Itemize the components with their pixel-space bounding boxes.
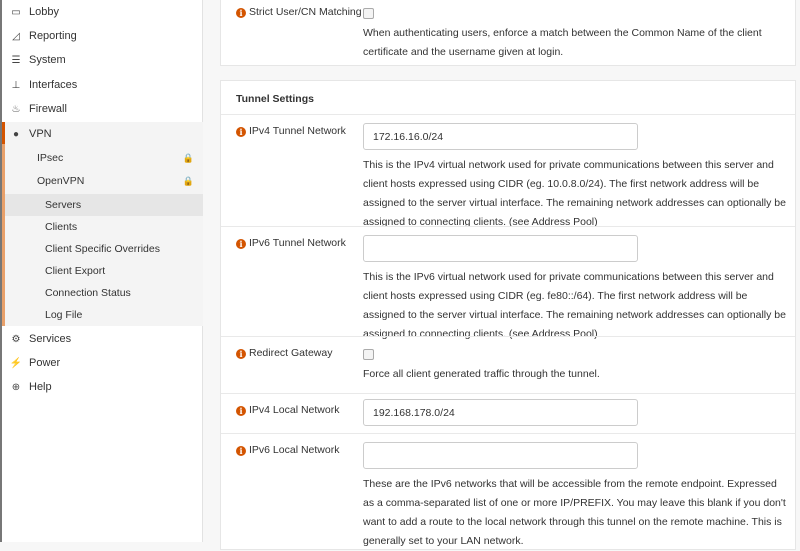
label-text: IPv6 Local Network	[249, 444, 340, 456]
info-icon[interactable]: i	[236, 446, 246, 456]
server-icon: ☰	[11, 54, 21, 66]
nav-power[interactable]: ⚡ Power	[2, 351, 203, 375]
ipv6-tunnel-desc: This is the IPv6 virtual network used fo…	[363, 271, 786, 340]
ipv4-local-label: i IPv4 Local Network	[236, 402, 366, 418]
nav-connection-status[interactable]: Connection Status	[5, 282, 203, 304]
nav-label: Help	[29, 381, 52, 393]
ipv4-tunnel-label: i IPv4 Tunnel Network	[236, 123, 366, 139]
strict-cn-label: i Strict User/CN Matching	[236, 4, 366, 20]
nav-label: Connection Status	[45, 287, 131, 299]
ipv6-tunnel-row: i IPv6 Tunnel Network This is the IPv6 vi…	[221, 226, 795, 340]
strict-cn-desc: When authenticating users, enforce a mat…	[363, 27, 762, 58]
ipv4-tunnel-input[interactable]	[363, 123, 638, 150]
nav-label: Services	[29, 333, 72, 345]
label-text: Strict User/CN Matching	[249, 6, 362, 18]
fire-icon: ♨	[11, 103, 21, 115]
info-icon[interactable]: i	[236, 406, 246, 416]
strict-cn-row: i Strict User/CN Matching When authentica…	[221, 0, 795, 65]
nav-openvpn[interactable]: OpenVPN 🔒	[5, 170, 203, 192]
area-chart-icon: ◿	[12, 30, 20, 42]
nav-label: Interfaces	[29, 79, 78, 91]
plug-icon: ⚡	[9, 357, 23, 369]
ipv4-tunnel-desc: This is the IPv4 virtual network used fo…	[363, 159, 786, 228]
ipv6-local-desc: These are the IPv6 networks that will be…	[363, 478, 786, 547]
lifebuoy-icon: ⊕	[11, 381, 21, 393]
lock-icon: 🔒	[182, 152, 194, 163]
info-icon[interactable]: i	[236, 127, 246, 137]
info-icon[interactable]: i	[236, 8, 246, 18]
redirect-gateway-desc: Force all client generated traffic throu…	[363, 368, 600, 380]
nav-label: Client Specific Overrides	[45, 243, 160, 255]
laptop-icon: ▭	[11, 6, 21, 18]
ipv6-local-row: i IPv6 Local Network These are the IPv6 n…	[221, 433, 795, 551]
nav-lobby[interactable]: ▭ Lobby	[2, 0, 203, 24]
nav-label: IPsec	[37, 152, 64, 164]
nav-reporting[interactable]: ◿ Reporting	[2, 24, 203, 48]
nav-label: Firewall	[29, 103, 67, 115]
ipv6-local-label: i IPv6 Local Network	[236, 442, 366, 458]
ipv4-tunnel-row: iIPv4 Tunnel Network This is the IPv4 vi…	[221, 114, 795, 228]
nav-log-file[interactable]: Log File	[5, 304, 203, 326]
redirect-gateway-row: i Redirect Gateway Force all client gener…	[221, 336, 795, 393]
globe-icon: ●	[12, 128, 20, 140]
section-title: Tunnel Settings	[236, 93, 314, 105]
nav-label: Clients	[45, 221, 78, 233]
nav-vpn[interactable]: ● VPN	[2, 122, 203, 146]
nav-servers[interactable]: Servers	[5, 194, 203, 216]
nav-help[interactable]: ⊕ Help	[2, 375, 203, 399]
tunnel-settings-panel: Tunnel Settings iIPv4 Tunnel Network Thi…	[220, 80, 796, 550]
nav-label: Log File	[45, 309, 83, 321]
ipv4-local-input[interactable]	[363, 399, 638, 426]
info-icon[interactable]: i	[236, 349, 246, 359]
nav-label: System	[29, 54, 66, 66]
sitemap-icon: ⊥	[11, 79, 21, 91]
ipv6-local-input[interactable]	[363, 442, 638, 469]
nav-label: Client Export	[45, 265, 106, 277]
redirect-gateway-checkbox[interactable]	[363, 349, 374, 360]
nav-label: Power	[29, 357, 61, 369]
lock-icon: 🔒	[182, 175, 194, 186]
ipv6-tunnel-input[interactable]	[363, 235, 638, 262]
nav-label: Lobby	[29, 6, 59, 18]
general-panel: i Strict User/CN Matching When authentica…	[220, 0, 796, 66]
nav-services[interactable]: ⚙ Services	[2, 327, 203, 351]
nav-ipsec[interactable]: IPsec 🔒	[5, 147, 203, 169]
nav-firewall[interactable]: ♨ Firewall	[2, 97, 203, 121]
label-text: Redirect Gateway	[249, 347, 333, 359]
sidebar: ▭ Lobby ◿ Reporting ☰ System ⊥ Interfaces ♨ F…	[0, 0, 203, 542]
info-icon[interactable]: i	[236, 239, 246, 249]
label-text: IPv4 Local Network	[249, 404, 340, 416]
nav-label: Reporting	[29, 30, 77, 42]
nav-clients[interactable]: Clients	[5, 216, 203, 238]
nav-client-export[interactable]: Client Export	[5, 260, 203, 282]
nav-interfaces[interactable]: ⊥ Interfaces	[2, 73, 203, 97]
nav-system[interactable]: ☰ System	[2, 48, 203, 72]
nav-label: Servers	[45, 199, 82, 211]
nav-label: OpenVPN	[37, 175, 85, 187]
redirect-gateway-label: i Redirect Gateway	[236, 345, 366, 361]
ipv4-local-row: i IPv4 Local Network	[221, 393, 795, 433]
label-text: IPv6 Tunnel Network	[249, 237, 346, 249]
nav-label: VPN	[29, 128, 52, 140]
ipv6-tunnel-label: i IPv6 Tunnel Network	[236, 235, 366, 251]
nav-client-specific-overrides[interactable]: Client Specific Overrides	[5, 238, 203, 260]
label-text: IPv4 Tunnel Network	[249, 125, 346, 137]
vpn-section: ● VPN IPsec 🔒 OpenVPN 🔒 Servers Clients Cli…	[2, 122, 203, 326]
strict-cn-checkbox[interactable]	[363, 8, 374, 19]
cog-icon: ⚙	[11, 333, 21, 345]
